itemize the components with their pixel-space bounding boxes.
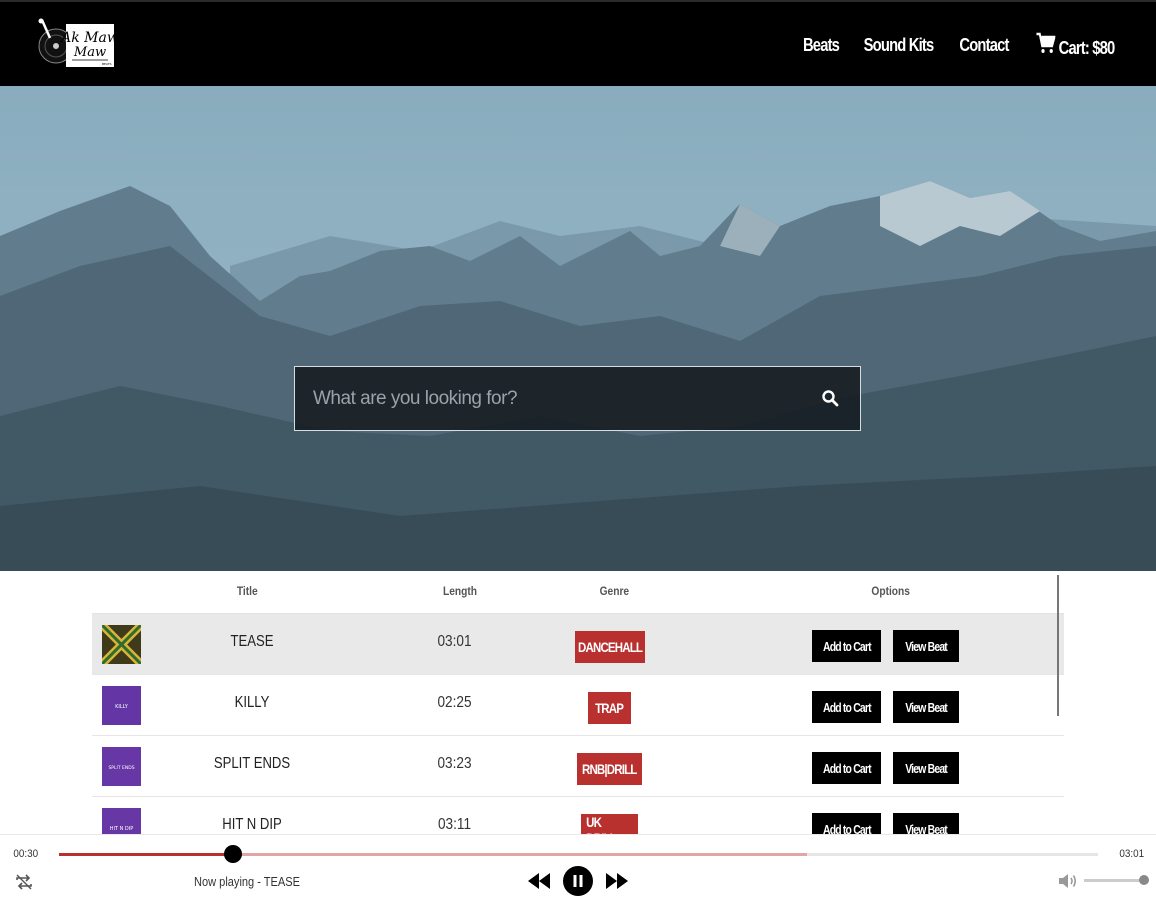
search-bar: [294, 366, 861, 431]
nav-contact[interactable]: Contact: [959, 35, 1009, 56]
beats-table: Title Length Genre Options TEASE 03:01 D…: [92, 571, 1064, 858]
cover-art-thumbnail: SPLIT ENDS: [102, 747, 141, 786]
svg-text:HIT N DIP: HIT N DIP: [110, 826, 134, 832]
mountain-background: [0, 86, 1156, 571]
cover-art-thumbnail: [102, 625, 141, 664]
view-beat-button[interactable]: View Beat: [893, 691, 959, 723]
beat-length: 03:23: [437, 755, 472, 772]
col-title: Title: [236, 584, 258, 598]
table-header: Title Length Genre Options: [92, 571, 1064, 614]
beat-title: HIT N DIP: [222, 816, 282, 833]
progress-bar[interactable]: [59, 845, 1098, 863]
col-genre: Genre: [599, 584, 630, 598]
rewind-icon[interactable]: [528, 873, 550, 889]
beat-length: 02:25: [437, 694, 472, 711]
cart-total: Cart: $80: [1058, 38, 1116, 58]
view-beat-button[interactable]: View Beat: [893, 630, 959, 662]
current-time: 00:30: [13, 848, 39, 860]
cart-icon: [1036, 32, 1056, 53]
svg-text:SPLIT ENDS: SPLIT ENDS: [108, 765, 134, 771]
track-duration: 03:01: [1119, 848, 1145, 860]
table-row[interactable]: TEASE 03:01 DANCEHALL Add to Cart View B…: [92, 614, 1064, 675]
add-to-cart-button[interactable]: Add to Cart: [812, 630, 881, 662]
beat-title: SPLIT ENDS: [213, 755, 291, 772]
volume-icon[interactable]: [1058, 872, 1078, 890]
logo[interactable]: Ak Maw Maw BEATS: [36, 18, 116, 70]
genre-badge[interactable]: TRAP: [588, 692, 631, 724]
cart-link[interactable]: Cart: $80: [1036, 32, 1115, 59]
progress-handle[interactable]: [223, 845, 242, 863]
beat-length: 03:11: [437, 816, 472, 833]
beat-title: KILLY: [234, 694, 270, 711]
svg-text:KILLY: KILLY: [115, 704, 129, 710]
search-input[interactable]: [295, 367, 795, 430]
nav-sound-kits[interactable]: Sound Kits: [864, 35, 935, 56]
repeat-icon[interactable]: [14, 872, 34, 892]
fast-forward-icon[interactable]: [606, 873, 628, 889]
audio-player: 00:30 03:01 Now playing - TEASE: [0, 834, 1156, 906]
volume-slider[interactable]: [1084, 875, 1149, 885]
nav-beats[interactable]: Beats: [803, 35, 840, 56]
add-to-cart-button[interactable]: Add to Cart: [812, 752, 881, 784]
search-icon[interactable]: [821, 389, 839, 407]
hero-banner: [0, 86, 1156, 571]
top-navbar: Ak Maw Maw BEATS Beats Sound Kits Contac…: [0, 0, 1156, 86]
svg-text:Maw: Maw: [73, 45, 106, 60]
add-to-cart-button[interactable]: Add to Cart: [812, 691, 881, 723]
beat-length: 03:01: [437, 633, 472, 650]
genre-badge[interactable]: DANCEHALL: [575, 631, 645, 663]
col-options: Options: [871, 584, 910, 598]
table-row[interactable]: KILLY KILLY 02:25 TRAP Add to Cart View …: [92, 675, 1064, 736]
volume-handle[interactable]: [1139, 875, 1149, 885]
table-scrollbar[interactable]: [1057, 575, 1059, 716]
pause-button[interactable]: [563, 866, 593, 896]
volume-level: [1084, 879, 1144, 882]
svg-text:BEATS: BEATS: [102, 62, 112, 66]
main-nav: Beats Sound Kits Contact Cart: $80: [799, 32, 1123, 59]
table-row[interactable]: SPLIT ENDS SPLIT ENDS 03:23 RNB|DRILL Ad…: [92, 736, 1064, 797]
genre-badge[interactable]: RNB|DRILL: [577, 753, 642, 785]
beat-title: TEASE: [230, 633, 274, 650]
col-length: Length: [443, 584, 477, 598]
now-playing-text: Now playing - TEASE: [194, 874, 301, 889]
svg-text:Ak Maw: Ak Maw: [59, 30, 116, 46]
progress-played: [59, 853, 233, 856]
cover-art-thumbnail: KILLY: [102, 686, 141, 725]
view-beat-button[interactable]: View Beat: [893, 752, 959, 784]
